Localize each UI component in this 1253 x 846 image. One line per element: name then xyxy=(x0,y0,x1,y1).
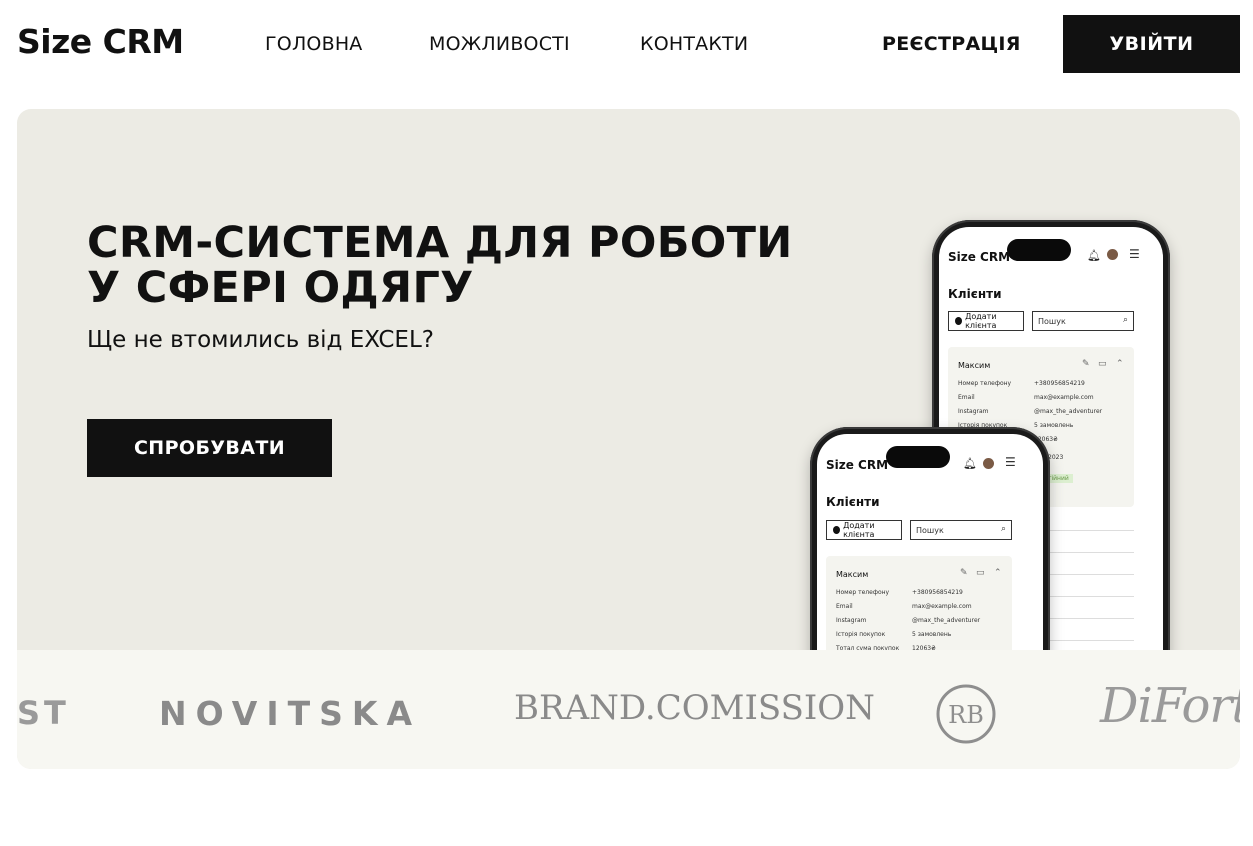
phone-search-input: Пошук ⌕ xyxy=(910,520,1012,540)
row-divider xyxy=(1039,618,1134,619)
hero-section: CRM-СИСТЕМА ДЛЯ РОБОТИ У СФЕРІ ОДЯГУ Ще … xyxy=(17,109,1240,769)
hero-title: CRM-СИСТЕМА ДЛЯ РОБОТИ У СФЕРІ ОДЯГУ xyxy=(87,221,847,311)
field-label: Instagram xyxy=(958,408,989,415)
brands-strip: ST NOVITSKA BRAND.COMISSION RB DiForte xyxy=(17,650,1240,769)
trash-icon: ▭ xyxy=(976,568,985,578)
try-button[interactable]: СПРОБУВАТИ xyxy=(87,419,332,477)
phone-search-input: Пошук ⌕ xyxy=(1032,311,1134,331)
avatar xyxy=(1107,249,1118,260)
dynamic-island xyxy=(886,446,950,468)
brand-logo-novitska: NOVITSKA xyxy=(159,694,421,733)
row-divider xyxy=(1039,640,1134,641)
chevron-up-icon: ⌃ xyxy=(1116,359,1124,369)
search-icon: ⌕ xyxy=(1000,524,1006,534)
login-button[interactable]: УВІЙТИ xyxy=(1063,15,1240,73)
phone-add-label: Додати клієнта xyxy=(843,521,875,539)
site-header: Size CRM ГОЛОВНА МОЖЛИВОСТІ КОНТАКТИ РЕЄ… xyxy=(0,0,1253,88)
client-name: Максим xyxy=(836,570,869,579)
search-icon: ⌕ xyxy=(1122,315,1128,325)
phone-page-title: Клієнти xyxy=(826,495,880,509)
plus-circle-icon xyxy=(833,526,841,534)
logo[interactable]: Size CRM xyxy=(17,22,184,61)
phone-logo: Size CRM xyxy=(826,458,889,472)
hero-title-line2: У СФЕРІ ОДЯГУ xyxy=(87,263,474,313)
field-label: Номер телефону xyxy=(836,589,890,596)
field-label: Історія покупок xyxy=(836,631,886,638)
brand-logo-diforte: DiForte xyxy=(1100,678,1240,734)
row-divider xyxy=(1039,574,1134,575)
field-value: 5 замовлень xyxy=(1034,422,1074,429)
phone-page-title: Клієнти xyxy=(948,287,1002,301)
phone-search-placeholder: Пошук xyxy=(1038,316,1066,326)
phone-add-label: Додати клієнта xyxy=(965,312,997,330)
bell-icon: 🔔︎ xyxy=(963,457,977,470)
field-label: Instagram xyxy=(836,617,867,624)
brand-logo-st: ST xyxy=(17,694,70,732)
rb-logo-icon: RB xyxy=(936,684,996,744)
chevron-up-icon: ⌃ xyxy=(994,568,1002,578)
rb-logo-text: RB xyxy=(948,701,984,729)
field-value: @max_the_adventurer xyxy=(912,617,981,624)
field-label: Номер телефону xyxy=(958,380,1012,387)
field-value: +380956854219 xyxy=(1034,380,1085,387)
date-fragment: 2023 xyxy=(1048,454,1064,461)
phone-logo: Size CRM xyxy=(948,250,1011,264)
nav-features[interactable]: МОЖЛИВОСТІ xyxy=(429,33,570,55)
brand-logo-rb: RB xyxy=(935,683,997,749)
nav-home[interactable]: ГОЛОВНА xyxy=(265,33,363,55)
avatar xyxy=(983,458,994,469)
field-value: +380956854219 xyxy=(912,589,963,596)
field-value: max@example.com xyxy=(1034,394,1094,401)
plus-circle-icon xyxy=(955,317,963,325)
field-label: Email xyxy=(958,394,975,401)
row-divider xyxy=(1039,552,1134,553)
register-link[interactable]: РЕЄСТРАЦІЯ xyxy=(882,33,1021,55)
edit-icon: ✎ xyxy=(1082,359,1090,369)
brand-logo-brand-comission: BRAND.COMISSION xyxy=(514,688,875,728)
phone-search-placeholder: Пошук xyxy=(916,525,944,535)
field-label: Email xyxy=(836,603,853,610)
client-name: Максим xyxy=(958,361,991,370)
row-divider xyxy=(1039,596,1134,597)
trash-icon: ▭ xyxy=(1098,359,1107,369)
dynamic-island xyxy=(1007,239,1071,261)
nav-contacts[interactable]: КОНТАКТИ xyxy=(640,33,748,55)
phone-add-client-button: Додати клієнта xyxy=(948,311,1024,331)
menu-icon: ☰ xyxy=(1005,455,1016,469)
field-value: max@example.com xyxy=(912,603,972,610)
field-value: @max_the_adventurer xyxy=(1034,408,1103,415)
phone-add-client-button: Додати клієнта xyxy=(826,520,902,540)
edit-icon: ✎ xyxy=(960,568,968,578)
bell-icon: 🔔︎ xyxy=(1087,249,1101,262)
menu-icon: ☰ xyxy=(1129,247,1140,261)
hero-title-line1: CRM-СИСТЕМА ДЛЯ РОБОТИ xyxy=(87,218,793,268)
row-divider xyxy=(1039,530,1134,531)
field-value: 5 замовлень xyxy=(912,631,952,638)
hero-subtitle: Ще не втомились від EXCEL? xyxy=(87,327,434,353)
